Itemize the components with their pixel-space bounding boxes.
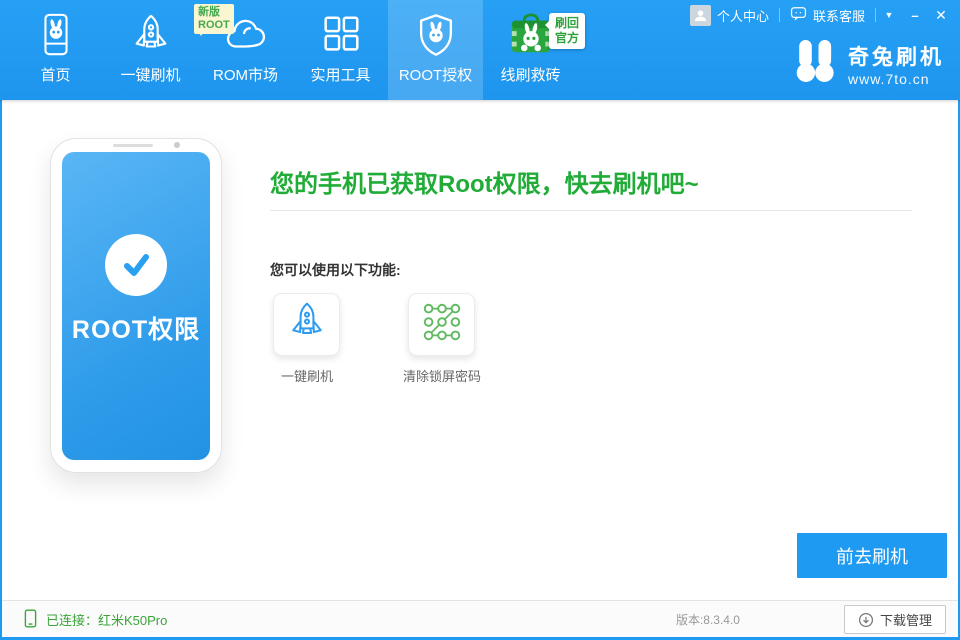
app-window: 首页 一键刷机 bbox=[0, 0, 960, 640]
brand-logo: 奇兔刷机 www.7to.cn bbox=[794, 40, 944, 87]
rabbit-logo-icon bbox=[794, 40, 838, 87]
version-label: 版本:8.3.4.0 bbox=[676, 601, 740, 638]
connection-status: 已连接：红米K50Pro bbox=[24, 601, 167, 638]
phone-illustration: ROOT权限 bbox=[50, 138, 222, 473]
tab-flash-label: 一键刷机 bbox=[120, 64, 180, 85]
tab-one-click-flash[interactable]: 一键刷机 bbox=[103, 0, 198, 100]
tab-root-auth[interactable]: ROOT授权 bbox=[388, 0, 483, 100]
status-bar: 已连接：红米K50Pro 版本:8.3.4.0 下载管理 bbox=[2, 600, 958, 637]
tab-tools-label: 实用工具 bbox=[310, 64, 370, 85]
phone-camera-dot bbox=[174, 142, 180, 148]
connection-text: 已连接：红米K50Pro bbox=[46, 610, 167, 629]
root-permission-label: ROOT权限 bbox=[72, 310, 200, 346]
flash-back-official-badge: 刷回 官方 bbox=[549, 13, 585, 49]
user-center-button[interactable]: 个人中心 bbox=[680, 0, 779, 30]
go-flash-button[interactable]: 前去刷机 bbox=[797, 533, 947, 578]
user-center-label: 个人中心 bbox=[717, 6, 769, 25]
tab-rescue-label: 线刷救砖 bbox=[500, 64, 560, 85]
tab-home-label: 首页 bbox=[40, 64, 70, 85]
close-icon[interactable]: ✕ bbox=[928, 0, 954, 30]
feature-card-one-click-flash[interactable] bbox=[273, 293, 340, 356]
page-title: 您的手机已获取Root权限，快去刷机吧~ bbox=[270, 164, 699, 199]
titlebar: 个人中心 联系客服 ▼ – ✕ bbox=[680, 0, 954, 30]
menu-caret-icon[interactable]: ▼ bbox=[876, 0, 902, 30]
home-icon bbox=[33, 11, 79, 59]
success-check-icon bbox=[105, 234, 167, 296]
minimize-icon[interactable]: – bbox=[902, 0, 928, 30]
logo-url: www.7to.cn bbox=[848, 71, 944, 87]
divider bbox=[270, 210, 912, 211]
pattern-lock-icon bbox=[419, 299, 465, 350]
logo-title: 奇兔刷机 bbox=[848, 41, 944, 71]
main-content: ROOT权限 您的手机已获取Root权限，快去刷机吧~ 您可以使用以下功能: bbox=[2, 100, 958, 600]
phone-screen: ROOT权限 bbox=[62, 152, 210, 460]
header: 首页 一键刷机 bbox=[0, 0, 960, 100]
nav-tabs: 首页 一键刷机 bbox=[8, 0, 578, 100]
tab-utilities[interactable]: 实用工具 bbox=[293, 0, 388, 100]
grid-icon bbox=[318, 11, 364, 59]
feature-card-clear-lockscreen[interactable] bbox=[408, 293, 475, 356]
rocket-icon bbox=[128, 11, 174, 59]
feature-label-flash: 一键刷机 bbox=[248, 366, 366, 385]
new-root-badge: 新版 ROOT bbox=[194, 4, 234, 34]
contact-support-label: 联系客服 bbox=[813, 6, 865, 25]
contact-support-button[interactable]: 联系客服 bbox=[780, 0, 875, 30]
tab-rom-label: ROM市场 bbox=[213, 64, 278, 85]
phone-speaker bbox=[113, 144, 153, 147]
tab-root-label: ROOT授权 bbox=[399, 64, 472, 85]
download-manager-button[interactable]: 下载管理 bbox=[844, 605, 946, 634]
features-heading: 您可以使用以下功能: bbox=[270, 260, 401, 280]
feature-label-clear-lock: 清除锁屏密码 bbox=[383, 366, 501, 385]
download-label: 下载管理 bbox=[880, 610, 932, 629]
connected-phone-icon bbox=[24, 609, 37, 631]
tab-home[interactable]: 首页 bbox=[8, 0, 103, 100]
download-icon bbox=[858, 612, 874, 628]
rescue-bag-icon bbox=[508, 11, 554, 59]
rocket-icon bbox=[285, 300, 329, 349]
avatar-icon bbox=[690, 5, 711, 26]
shield-rabbit-icon bbox=[413, 11, 459, 59]
chat-bubble-icon bbox=[790, 5, 807, 25]
